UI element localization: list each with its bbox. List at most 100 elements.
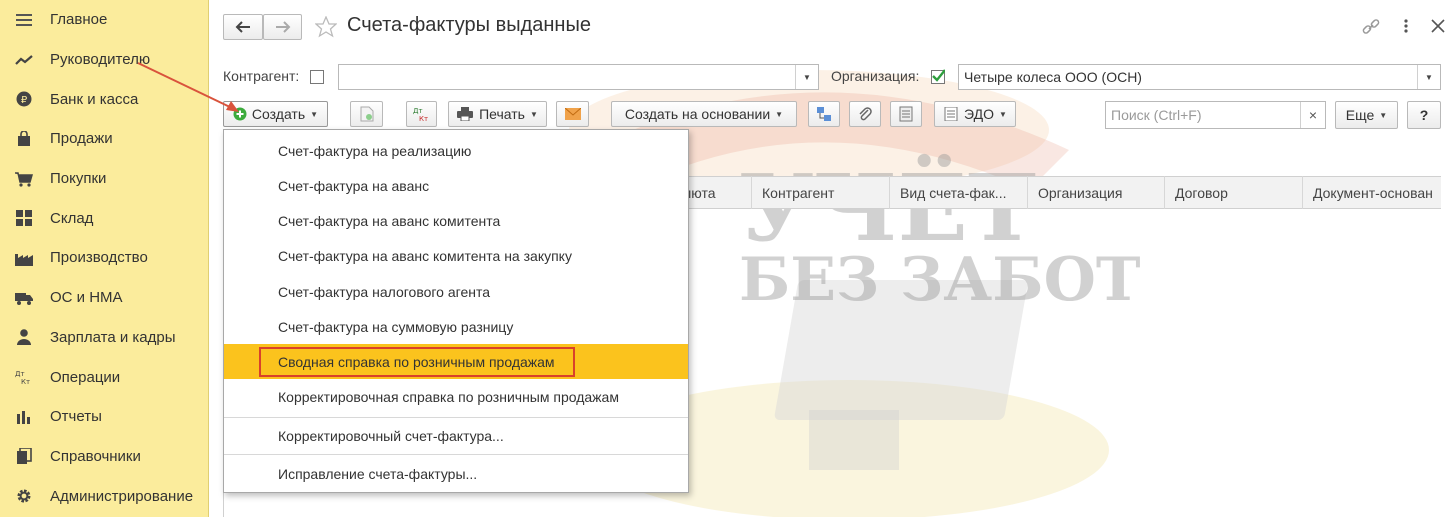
create-based-on-button[interactable]: Создать на основании ▼	[611, 101, 797, 127]
document-list-icon	[899, 106, 913, 122]
counterparty-label: Контрагент:	[223, 68, 300, 84]
dt-kt-icon: ДтКт	[413, 107, 428, 122]
gear-icon	[15, 487, 33, 505]
menu-item-retail-summary[interactable]: Сводная справка по розничным продажам	[224, 344, 688, 379]
chevron-down-icon: ▼	[999, 109, 1007, 119]
counterparty-field[interactable]: ▼	[338, 64, 819, 90]
sidebar-item-label: Руководителю	[50, 51, 151, 69]
organization-field[interactable]: Четыре колеса ООО (ОСН) ▼	[958, 64, 1441, 90]
search-input[interactable]: Поиск (Ctrl+F) ×	[1105, 101, 1326, 129]
copy-button[interactable]	[350, 101, 383, 127]
sidebar-item-reports[interactable]: Отчеты	[0, 397, 208, 437]
menu-item-invoice-advance[interactable]: Счет-фактура на аванс	[224, 168, 688, 203]
books-icon	[15, 447, 33, 465]
printer-icon	[457, 107, 474, 121]
sidebar-item-purchases[interactable]: Покупки	[0, 159, 208, 199]
link-icon[interactable]	[1361, 17, 1381, 40]
sidebar-item-bank[interactable]: ₽ Банк и касса	[0, 79, 208, 119]
paperclip-icon	[859, 107, 872, 121]
column-header-organization[interactable]: Организация	[1028, 176, 1165, 209]
page-title: Счета-фактуры выданные	[347, 14, 591, 36]
sidebar-item-label: ОС и НМА	[50, 289, 123, 307]
chevron-down-icon: ▼	[775, 109, 784, 119]
sidebar-item-label: Отчеты	[50, 408, 102, 426]
forward-button[interactable]	[263, 14, 302, 40]
help-button-label: ?	[1419, 107, 1429, 123]
warehouse-grid-icon	[15, 209, 33, 227]
menu-item-invoice-fix[interactable]: Исправление счета-фактуры...	[224, 456, 688, 491]
sidebar-item-label: Зарплата и кадры	[50, 328, 176, 346]
truck-icon	[15, 289, 33, 307]
edo-button[interactable]: ЭДО ▼	[934, 101, 1016, 127]
sidebar-item-manager[interactable]: Руководителю	[0, 40, 208, 80]
help-button[interactable]: ?	[1407, 101, 1441, 129]
dtkt-button[interactable]: Дт Кт	[406, 101, 437, 127]
sidebar-item-label: Производство	[50, 249, 148, 267]
dt-label: Дт	[413, 107, 423, 115]
close-icon[interactable]	[1431, 19, 1445, 36]
organization-label: Организация:	[831, 68, 920, 84]
column-header-counterparty[interactable]: Контрагент	[752, 176, 890, 209]
counterparty-dropdown-button[interactable]: ▼	[795, 65, 818, 89]
envelope-icon	[564, 108, 581, 120]
menu-separator	[224, 454, 688, 455]
ruble-coin-icon: ₽	[15, 90, 33, 108]
counterparty-checkbox[interactable]	[310, 70, 324, 84]
print-button-label: Печать	[479, 106, 525, 122]
more-button[interactable]: Еще ▼	[1335, 101, 1398, 129]
edo-icon	[944, 107, 958, 121]
more-vertical-icon[interactable]	[1403, 18, 1409, 37]
menu-lines-icon	[15, 11, 33, 29]
sidebar-item-admin[interactable]: Администрирование	[0, 476, 208, 516]
menu-item-label: Сводная справка по розничным продажам	[259, 346, 575, 377]
menu-item-invoice-sum-difference[interactable]: Счет-фактура на суммовую разницу	[224, 309, 688, 344]
sidebar-item-label: Покупки	[50, 170, 107, 188]
search-placeholder: Поиск (Ctrl+F)	[1111, 107, 1202, 123]
create-based-on-label: Создать на основании	[624, 106, 771, 122]
create-button[interactable]: Создать ▼	[223, 101, 328, 127]
sidebar-item-sales[interactable]: Продажи	[0, 119, 208, 159]
column-header-invoice-type[interactable]: Вид счета-фак...	[890, 176, 1028, 209]
organization-checkbox[interactable]	[931, 69, 945, 84]
bar-chart-icon	[15, 408, 33, 426]
sidebar-item-assets[interactable]: ОС и НМА	[0, 278, 208, 318]
document-list-button[interactable]	[890, 101, 922, 127]
chevron-down-icon: ▼	[529, 109, 538, 119]
organization-dropdown-button[interactable]: ▼	[1417, 65, 1440, 89]
edo-button-label: ЭДО	[964, 106, 995, 122]
attach-button[interactable]	[849, 101, 881, 127]
kt-label: Кт	[21, 378, 30, 385]
structure-button[interactable]	[808, 101, 840, 127]
factory-icon	[15, 249, 33, 267]
sidebar-item-label: Банк и касса	[50, 90, 139, 108]
sidebar-item-label: Склад	[50, 209, 94, 227]
sidebar-item-salary[interactable]: Зарплата и кадры	[0, 318, 208, 358]
create-dropdown-menu: Счет-фактура на реализацию Счет-фактура …	[223, 129, 689, 493]
column-header-base-document[interactable]: Документ-основан	[1303, 176, 1441, 209]
menu-item-retail-correction[interactable]: Корректировочная справка по розничным пр…	[224, 379, 688, 414]
sidebar-item-main[interactable]: Главное	[0, 0, 208, 40]
menu-item-invoice-tax-agent[interactable]: Счет-фактура налогового агента	[224, 274, 688, 309]
email-button[interactable]	[556, 101, 589, 127]
search-clear-button[interactable]: ×	[1300, 102, 1325, 128]
menu-item-invoice-advance-principal[interactable]: Счет-фактура на аванс комитента	[224, 203, 688, 238]
star-icon[interactable]	[314, 15, 338, 41]
kt-label: Кт	[419, 115, 428, 122]
back-button[interactable]	[223, 14, 263, 40]
arrow-right-icon	[275, 21, 290, 33]
chevron-down-icon: ▼	[1425, 72, 1433, 82]
sidebar-item-references[interactable]: Справочники	[0, 437, 208, 477]
sidebar-item-warehouse[interactable]: Склад	[0, 198, 208, 238]
shopping-bag-icon	[15, 130, 33, 148]
print-button[interactable]: Печать ▼	[448, 101, 547, 127]
menu-item-correction-invoice[interactable]: Корректировочный счет-фактура...	[224, 418, 688, 453]
sidebar-item-production[interactable]: Производство	[0, 238, 208, 278]
sidebar-item-operations[interactable]: Дт Кт Операции	[0, 357, 208, 397]
person-icon	[15, 328, 33, 346]
shopping-cart-icon	[15, 170, 33, 188]
menu-item-invoice-sale[interactable]: Счет-фактура на реализацию	[224, 133, 688, 168]
menu-item-invoice-advance-principal-purchase[interactable]: Счет-фактура на аванс комитента на закуп…	[224, 238, 688, 273]
sidebar-item-label: Справочники	[50, 447, 141, 465]
create-button-label: Создать	[251, 106, 306, 122]
column-header-contract[interactable]: Договор	[1165, 176, 1303, 209]
